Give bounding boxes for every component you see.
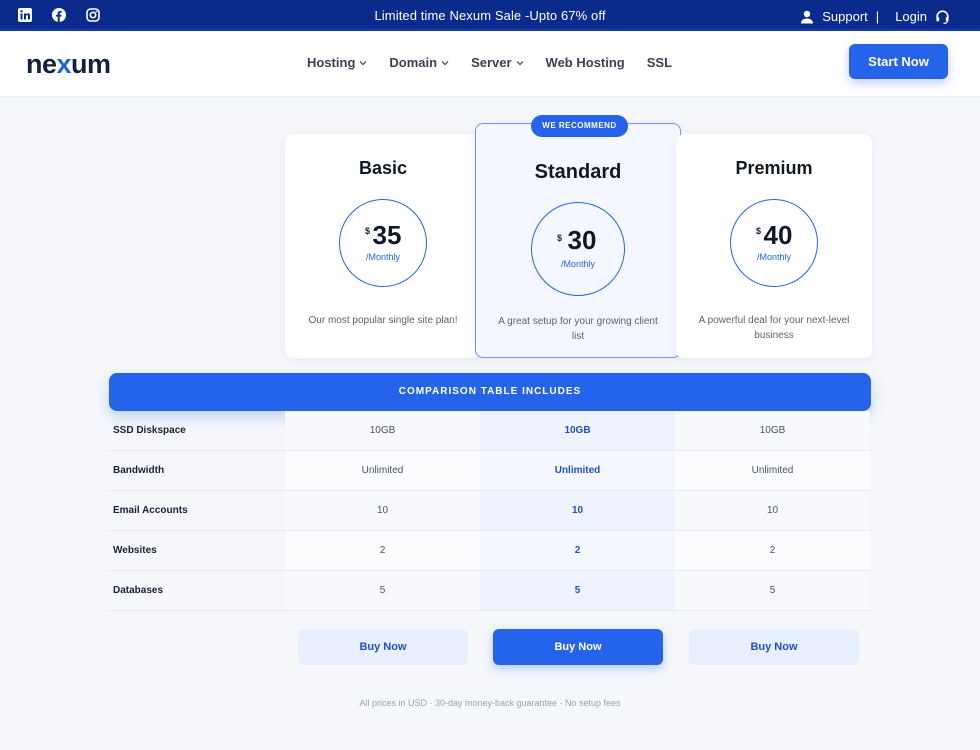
nav-item-server[interactable]: Server (471, 55, 523, 70)
plan-card-standard: WE RECOMMEND Standard $ 30 /Monthly A gr… (475, 115, 681, 358)
plan-name: Basic (358, 158, 408, 178)
price-amount: 35 (372, 220, 402, 250)
standard-value: 10GB (480, 411, 675, 450)
table-row: Bandwidth Unlimited Unlimited Unlimited (109, 451, 871, 491)
plan-description: A powerful deal for your next-level busi… (698, 315, 850, 341)
top-bar: Limited time Nexum Sale -Upto 67% off Su… (0, 0, 980, 31)
feature-label: Email Accounts (113, 505, 188, 516)
chevron-down-icon (359, 60, 367, 65)
buy-now-basic-button[interactable]: Buy Now (298, 629, 468, 665)
plan-description: A great setup for your growing client li… (498, 316, 658, 342)
price-circle: $ 30 /Monthly (531, 202, 625, 296)
login-link[interactable]: Login (895, 9, 927, 24)
price-circle: $ 40 /Monthly (730, 199, 818, 287)
comparison-header: COMPARISON TABLE INCLUDES (109, 373, 871, 411)
premium-value: 10 (675, 491, 870, 530)
premium-value: Unlimited (675, 451, 870, 490)
recommended-badge: WE RECOMMEND (531, 115, 628, 137)
price-amount: 40 (763, 220, 793, 250)
plan-name: Standard (534, 161, 622, 183)
buy-now-standard-button[interactable]: Buy Now (493, 629, 663, 665)
standard-value: 5 (480, 571, 675, 610)
basic-value: 10GB (285, 411, 480, 450)
comparison-table: SSD Diskspace 10GB 10GB 10GB Bandwidth U… (109, 411, 871, 611)
nav-item-ssl[interactable]: SSL (647, 55, 672, 70)
chevron-down-icon (516, 60, 523, 65)
standard-value: 10 (480, 491, 675, 530)
start-now-button[interactable]: Start Now (849, 44, 948, 79)
nav-item-hosting[interactable]: Hosting (307, 55, 367, 70)
premium-value: 10GB (675, 411, 870, 450)
plan-card-basic: Basic $ 35 /Monthly Our most popular sin… (285, 134, 481, 358)
basic-value: 5 (285, 571, 480, 610)
plan-description: Our most popular single site plan! (308, 315, 458, 326)
basic-value: 10 (285, 491, 480, 530)
table-row: SSD Diskspace 10GB 10GB 10GB (109, 411, 871, 451)
table-row: Email Accounts 10 10 10 (109, 491, 871, 531)
plan-card-premium: Premium $ 40 /Monthly A powerful deal fo… (676, 134, 872, 358)
premium-value: 2 (675, 531, 870, 570)
price-period: /Monthly (560, 259, 595, 269)
basic-value: Unlimited (285, 451, 480, 490)
nexum-logo[interactable]: nexum (26, 49, 111, 80)
plan-name: Premium (735, 158, 813, 178)
price-period: /Monthly (365, 252, 400, 262)
buy-now-premium-button[interactable]: Buy Now (689, 629, 859, 665)
basic-value: 2 (285, 531, 480, 570)
nav-item-domain[interactable]: Domain (389, 55, 449, 70)
feature-label: Bandwidth (113, 465, 165, 476)
user-icon (801, 10, 814, 23)
price-period: /Monthly (756, 252, 791, 262)
nav-menu: Hosting Domain Server Web Hosting SSL (307, 55, 672, 70)
separator: | (875, 9, 880, 24)
main-nav: nexum Hosting Domain Server Web Hosting … (0, 31, 980, 97)
standard-value: Unlimited (480, 451, 675, 490)
premium-value: 5 (675, 571, 870, 610)
chevron-down-icon (441, 60, 449, 65)
support-link[interactable]: Support (822, 9, 868, 24)
price-amount: 30 (567, 225, 597, 255)
feature-label: Databases (113, 585, 164, 596)
headset-icon[interactable] (935, 9, 950, 24)
standard-value: 2 (480, 531, 675, 570)
table-row: Websites 2 2 2 (109, 531, 871, 571)
price-circle: $ 35 /Monthly (339, 199, 427, 287)
account-links: Support | Login (800, 9, 950, 24)
table-row: Databases 5 5 5 (109, 571, 871, 611)
pricing-footnote: All prices in USD · 30-day money-back gu… (359, 698, 621, 708)
feature-label: SSD Diskspace (113, 425, 186, 436)
feature-label: Websites (113, 545, 157, 556)
nav-item-web-hosting[interactable]: Web Hosting (546, 55, 625, 70)
